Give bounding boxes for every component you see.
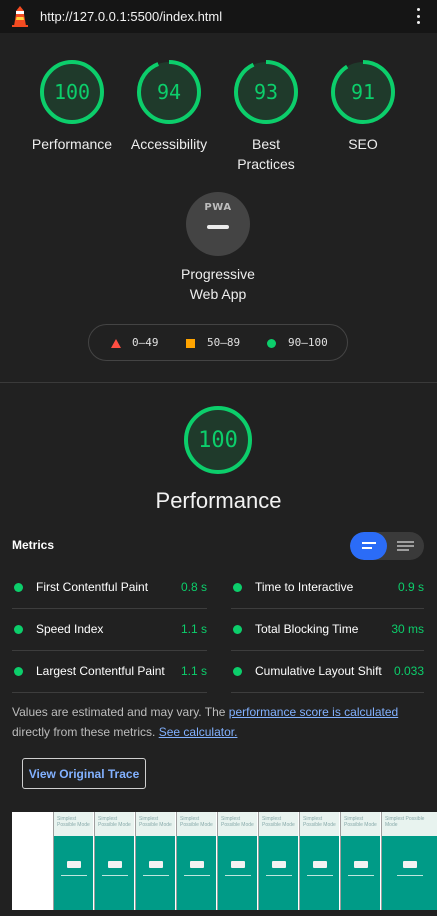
filmstrip-frame: Simplest Possible Mode <box>299 812 339 910</box>
note-text: Values are estimated and may vary. The <box>12 705 229 719</box>
seo-gauge[interactable]: 91 <box>330 59 396 125</box>
performance-title: Performance <box>155 488 282 513</box>
pass-circle-icon <box>233 583 242 592</box>
frame-title: Simplest Possible Mode <box>303 816 336 828</box>
metric-name: Time to Interactive <box>255 580 354 594</box>
view-original-trace-button[interactable]: View Original Trace <box>22 758 146 789</box>
filmstrip-frame: Simplest Possible Mode <box>94 812 134 910</box>
pwa-label-line2: Web App <box>189 286 247 302</box>
metrics-view-toggle[interactable] <box>350 532 424 560</box>
pwa-label-line1: Progressive <box>181 266 255 282</box>
gauge-label-seo: SEO <box>348 136 378 152</box>
metric-row: Time to Interactive 0.9 s <box>231 567 424 609</box>
gauge-score: 93 <box>253 80 279 104</box>
lighthouse-logo-icon <box>12 6 28 27</box>
accessibility-gauge[interactable]: 94 <box>136 59 202 125</box>
frame-title: Simplest Possible Mode <box>221 816 254 828</box>
filmstrip-frame: Simplest Possible Mode <box>340 812 380 910</box>
see-calculator-link[interactable]: See calculator. <box>159 725 238 739</box>
pwa-badge-icon: PWA <box>204 202 232 213</box>
pass-circle-icon <box>267 339 276 348</box>
metric-row: Cumulative Layout Shift 0.033 <box>231 651 424 693</box>
legend-pass: 90–100 <box>288 336 328 349</box>
performance-score: 100 <box>198 427 238 453</box>
fail-triangle-icon <box>111 339 121 348</box>
average-square-icon <box>186 339 195 348</box>
legend-average: 50–89 <box>207 336 241 349</box>
filmstrip-frame: Simplest Possible Mode <box>176 812 216 910</box>
metric-name: Speed Index <box>36 622 104 636</box>
pass-circle-icon <box>233 625 242 634</box>
frame-title: Simplest Possible Mode <box>180 816 213 828</box>
metrics-title: Metrics <box>12 538 55 552</box>
metric-row: Speed Index 1.1 s <box>12 609 207 651</box>
frame-title: Simplest Possible Mode <box>262 816 295 828</box>
best-practices-gauge[interactable]: 93 <box>233 59 299 125</box>
browser-bar: http://127.0.0.1:5500/index.html <box>0 0 437 33</box>
performance-gauge[interactable]: 100 <box>39 59 105 125</box>
gauge-label-best-practices: Best Practices <box>237 136 295 172</box>
filmstrip-frame: Simplest Possible Mode <box>258 812 298 910</box>
performance-score-link[interactable]: performance score is calculated <box>229 705 398 719</box>
pwa-dash <box>207 225 229 229</box>
metric-row: Largest Contentful Paint 1.1 s <box>12 651 207 693</box>
metric-value: 0.9 s <box>397 580 424 594</box>
metric-name: Cumulative Layout Shift <box>255 664 382 678</box>
filmstrip-frame: Simplest Possible Mode <box>381 812 437 910</box>
filmstrip: Simplest Possible Mode Simplest Possible… <box>12 812 437 910</box>
pass-circle-icon <box>233 667 242 676</box>
metric-value: 1.1 s <box>180 664 207 678</box>
filmstrip-frame: Simplest Possible Mode <box>53 812 93 910</box>
gauge-score: 91 <box>350 80 376 104</box>
gauge-label-performance: Performance <box>31 136 113 152</box>
gauge-score: 94 <box>156 80 182 104</box>
filmstrip-frame: Simplest Possible Mode <box>135 812 175 910</box>
metric-value: 0.033 <box>393 664 424 678</box>
pwa-label: Progressive Web App <box>138 264 298 304</box>
metrics-expanded-view-icon[interactable] <box>350 532 387 560</box>
metric-value: 1.1 s <box>180 622 207 636</box>
metric-row: Total Blocking Time 30 ms <box>231 609 424 651</box>
note-text: directly from these metrics. <box>12 725 159 739</box>
metric-value: 0.8 s <box>180 580 207 594</box>
pass-circle-icon <box>14 583 23 592</box>
frame-title: Simplest Possible Mode <box>98 816 131 828</box>
pass-circle-icon <box>14 667 23 676</box>
more-vert-icon[interactable] <box>415 8 421 24</box>
section-divider <box>0 382 437 383</box>
gauge-score: 100 <box>53 80 91 104</box>
metric-name: First Contentful Paint <box>36 580 149 594</box>
score-legend: 0–49 50–89 90–100 <box>88 324 348 361</box>
performance-score-gauge: 100 <box>183 405 253 475</box>
frame-title: Simplest Possible Mode <box>344 816 377 828</box>
metric-name: Total Blocking Time <box>255 622 359 636</box>
metric-value: 30 ms <box>391 622 424 636</box>
frame-title: Simplest Possible Mode <box>57 816 90 828</box>
frame-title: Simplest Possible Mode <box>139 816 172 828</box>
frame-title: Simplest Possible Mode <box>385 816 425 828</box>
filmstrip-frame: Simplest Possible Mode <box>217 812 257 910</box>
gauge-label-accessibility: Accessibility <box>130 136 208 152</box>
pwa-badge[interactable]: PWA <box>186 192 250 256</box>
legend-fail: 0–49 <box>132 336 159 349</box>
metric-name: Largest Contentful Paint <box>36 664 165 678</box>
metrics-note: Values are estimated and may vary. The p… <box>12 702 427 742</box>
metric-row: First Contentful Paint 0.8 s <box>12 567 207 609</box>
url-text: http://127.0.0.1:5500/index.html <box>40 9 223 24</box>
pass-circle-icon <box>14 625 23 634</box>
